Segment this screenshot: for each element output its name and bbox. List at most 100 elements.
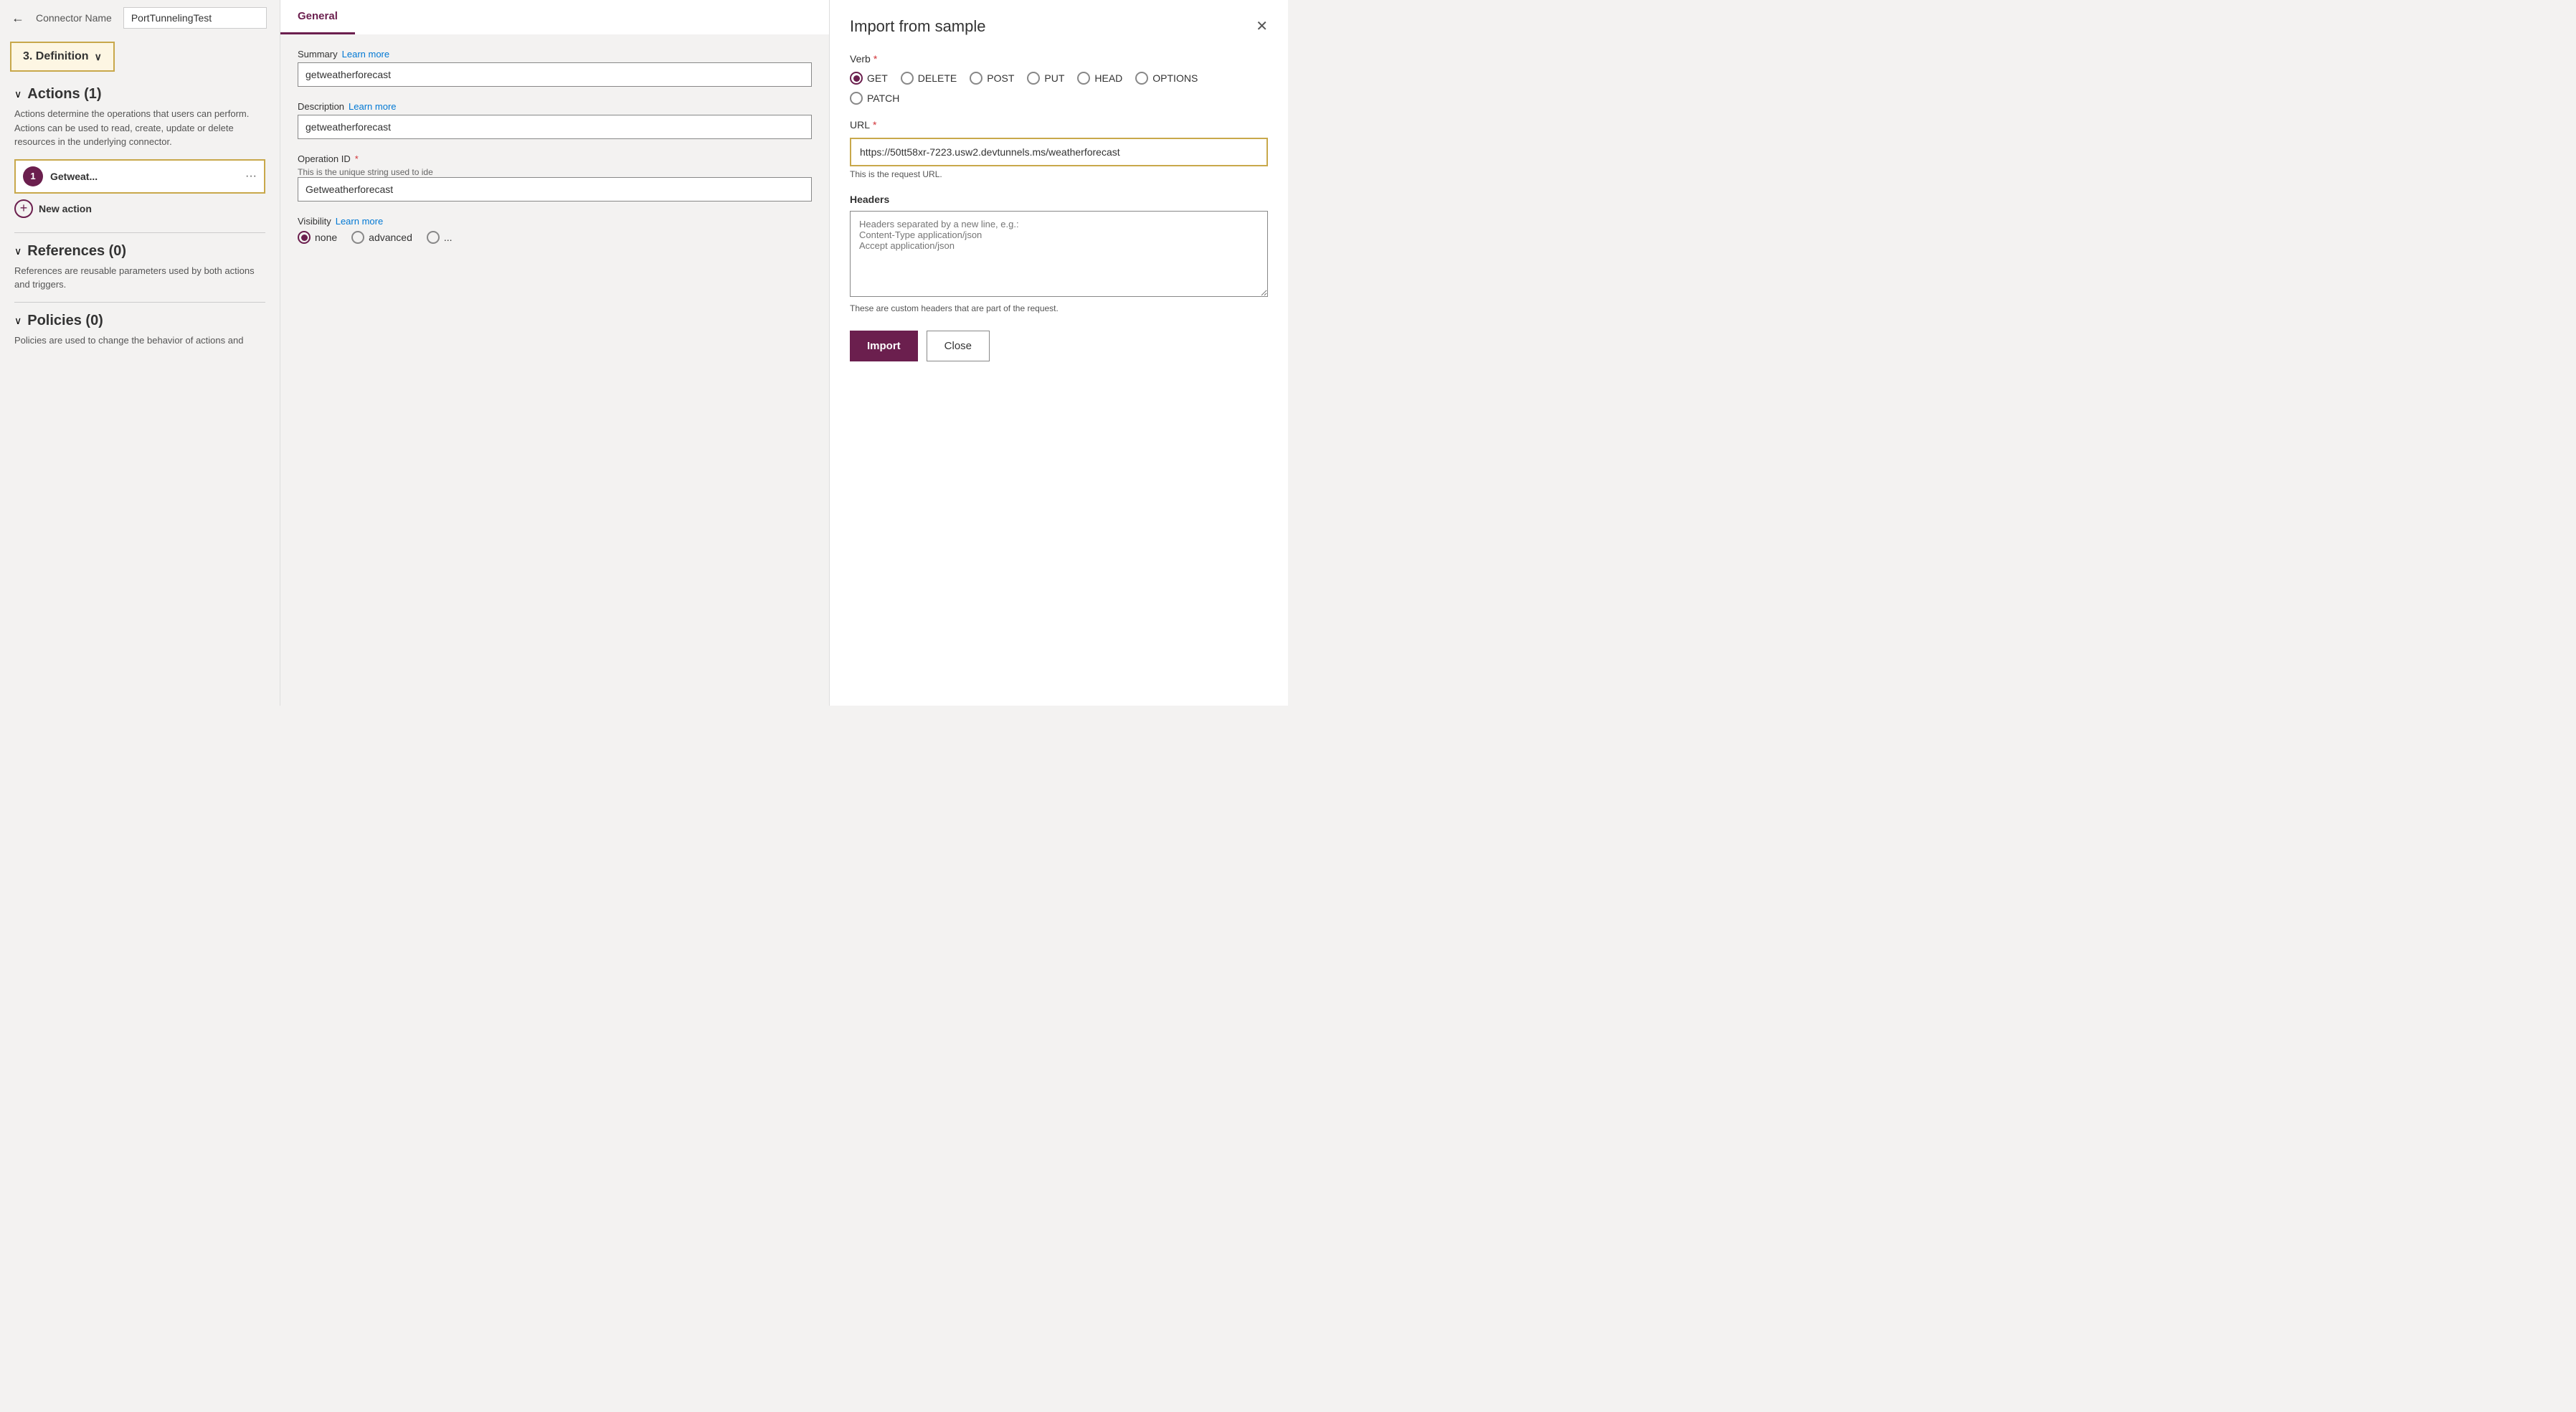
divider-2	[14, 302, 265, 303]
verb-radio-group: GET DELETE POST PUT HEAD OPTIONS	[850, 72, 1268, 85]
radio-circle-advanced	[351, 231, 364, 244]
verb-radio-get-circle	[850, 72, 863, 85]
radio-dot-none	[301, 234, 308, 241]
visibility-option-other[interactable]: ...	[427, 231, 453, 244]
policies-section-header: ∨ Policies (0)	[14, 313, 265, 329]
visibility-none-label: none	[315, 232, 337, 243]
headers-label: Headers	[850, 194, 1268, 205]
action-name: Getweat...	[50, 171, 238, 182]
verb-put-label: PUT	[1044, 72, 1064, 84]
verb-radio-put-circle	[1027, 72, 1040, 85]
visibility-option-advanced[interactable]: advanced	[351, 231, 412, 244]
import-panel-header: Import from sample ✕	[850, 17, 1268, 36]
verb-radio-patch-circle	[850, 92, 863, 105]
verb-head-label: HEAD	[1094, 72, 1122, 84]
back-button[interactable]: ←	[11, 11, 24, 26]
import-panel: Import from sample ✕ Verb * GET DELETE P…	[829, 0, 1288, 706]
actions-section-desc: Actions determine the operations that us…	[14, 107, 265, 149]
references-section-title: References (0)	[27, 243, 126, 260]
description-learn-more[interactable]: Learn more	[349, 101, 396, 112]
policies-section-title: Policies (0)	[27, 313, 103, 329]
action-buttons: Import Close	[850, 331, 1268, 361]
chevron-down-icon: ∨	[95, 51, 102, 63]
verb-patch-label: PATCH	[867, 93, 899, 104]
references-section-header: ∨ References (0)	[14, 243, 265, 260]
references-section-desc: References are reusable parameters used …	[14, 264, 265, 292]
actions-collapse-icon[interactable]: ∨	[14, 88, 22, 100]
verb-radio-head-circle	[1077, 72, 1090, 85]
definition-tab-label: 3. Definition	[23, 50, 89, 63]
verb-delete[interactable]: DELETE	[901, 72, 957, 85]
verb-radio-delete-circle	[901, 72, 914, 85]
url-required-star: *	[873, 119, 876, 131]
verb-patch[interactable]: PATCH	[850, 92, 899, 105]
verb-delete-label: DELETE	[918, 72, 957, 84]
verb-radio-options-circle	[1135, 72, 1148, 85]
visibility-other-label: ...	[444, 232, 453, 243]
headers-hint: These are custom headers that are part o…	[850, 303, 1268, 313]
policies-collapse-icon[interactable]: ∨	[14, 315, 22, 327]
form-row-summary: Summary Learn more	[298, 49, 812, 87]
action-more-button[interactable]: ···	[245, 170, 257, 183]
form-row-operation-id: Operation ID * This is the unique string…	[298, 153, 812, 202]
new-action-button[interactable]: + New action	[14, 199, 265, 218]
top-bar: ← Connector Name	[0, 0, 280, 36]
verb-get-label: GET	[867, 72, 888, 84]
operation-id-input[interactable]	[298, 177, 812, 202]
action-item-getweat[interactable]: 1 Getweat... ···	[14, 159, 265, 194]
verb-radio-post-circle	[970, 72, 982, 85]
summary-label: Summary Learn more	[298, 49, 812, 60]
close-button[interactable]: Close	[927, 331, 990, 361]
references-collapse-icon[interactable]: ∨	[14, 245, 22, 257]
verb-get[interactable]: GET	[850, 72, 888, 85]
visibility-advanced-label: advanced	[369, 232, 412, 243]
new-action-icon: +	[14, 199, 33, 218]
import-button[interactable]: Import	[850, 331, 918, 361]
verb-field-label: Verb *	[850, 53, 1268, 65]
verb-options-label: OPTIONS	[1152, 72, 1198, 84]
import-panel-title: Import from sample	[850, 17, 986, 36]
url-section: URL * This is the request URL.	[850, 119, 1268, 179]
verb-options[interactable]: OPTIONS	[1135, 72, 1198, 85]
summary-input[interactable]	[298, 62, 812, 87]
new-action-label: New action	[39, 203, 92, 214]
description-input[interactable]	[298, 115, 812, 139]
left-content: ∨ Actions (1) Actions determine the oper…	[0, 77, 280, 366]
url-input[interactable]	[850, 138, 1268, 166]
definition-tab[interactable]: 3. Definition ∨	[10, 42, 115, 72]
action-badge: 1	[23, 166, 43, 186]
tab-bar: General	[280, 0, 829, 34]
operation-id-hint: This is the unique string used to ide	[298, 167, 812, 177]
operation-id-label: Operation ID *	[298, 153, 812, 164]
policies-section-desc: Policies are used to change the behavior…	[14, 333, 265, 348]
verb-section: Verb * GET DELETE POST PUT	[850, 53, 1268, 105]
form-row-visibility: Visibility Learn more none advanced ...	[298, 216, 812, 244]
verb-post[interactable]: POST	[970, 72, 1014, 85]
required-star: *	[355, 153, 359, 164]
verb-radio-get-dot	[853, 75, 860, 82]
middle-panel: General Summary Learn more Description L…	[280, 0, 829, 706]
radio-circle-other	[427, 231, 440, 244]
close-panel-button[interactable]: ✕	[1256, 19, 1268, 34]
headers-textarea[interactable]	[850, 211, 1268, 297]
headers-section: Headers These are custom headers that ar…	[850, 194, 1268, 313]
visibility-radio-group: none advanced ...	[298, 231, 812, 244]
url-field-label: URL *	[850, 119, 1268, 131]
tab-general[interactable]: General	[280, 0, 355, 34]
visibility-option-none[interactable]: none	[298, 231, 337, 244]
connector-name-label: Connector Name	[36, 12, 112, 24]
form-row-description: Description Learn more	[298, 101, 812, 139]
verb-radio-group-2: PATCH	[850, 92, 1268, 105]
radio-circle-none	[298, 231, 311, 244]
description-label: Description Learn more	[298, 101, 812, 112]
actions-section-header: ∨ Actions (1)	[14, 86, 265, 103]
verb-put[interactable]: PUT	[1027, 72, 1064, 85]
visibility-label: Visibility Learn more	[298, 216, 812, 227]
verb-post-label: POST	[987, 72, 1014, 84]
verb-head[interactable]: HEAD	[1077, 72, 1122, 85]
summary-learn-more[interactable]: Learn more	[342, 49, 389, 60]
form-area: Summary Learn more Description Learn mor…	[280, 34, 829, 273]
visibility-learn-more[interactable]: Learn more	[336, 216, 383, 227]
connector-name-input[interactable]	[123, 7, 267, 29]
left-panel: ← Connector Name 3. Definition ∨ ∨ Actio…	[0, 0, 280, 706]
